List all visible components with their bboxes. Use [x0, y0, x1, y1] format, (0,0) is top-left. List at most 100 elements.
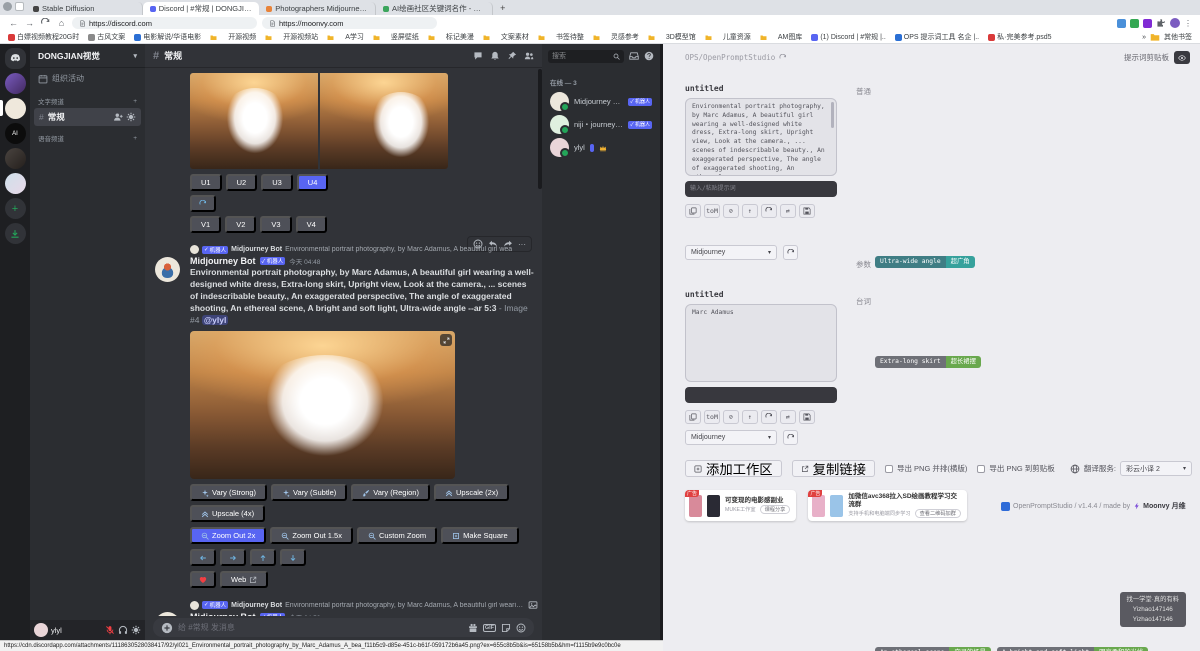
inbox-icon[interactable]: [629, 51, 639, 61]
tool-button[interactable]: [761, 204, 777, 218]
server-avatar[interactable]: [5, 148, 26, 169]
bookmark-item[interactable]: 私·完美参考.psd5: [988, 32, 1051, 42]
tool-button[interactable]: [799, 410, 815, 424]
gif-picker-icon[interactable]: GIF: [483, 624, 496, 632]
search-input[interactable]: 搜索: [548, 50, 624, 63]
server-header[interactable]: DONGJIAN视觉 ▾: [30, 44, 145, 68]
midjourney-zoom-button[interactable]: Zoom Out 1.5x: [270, 527, 353, 544]
pan-arrow-button[interactable]: [220, 549, 246, 566]
toggle-visibility-button[interactable]: [1174, 51, 1190, 64]
card-title[interactable]: untitled: [685, 290, 837, 299]
moonvy-brand[interactable]: Moonvy 月维: [1133, 501, 1185, 511]
add-workspace-button[interactable]: 添加工作区: [685, 460, 782, 477]
download-apps-button[interactable]: [5, 223, 26, 244]
invite-icon[interactable]: [113, 112, 123, 122]
web-button[interactable]: Web: [220, 571, 268, 588]
sync-icon[interactable]: [779, 54, 787, 62]
pinned-tab[interactable]: [15, 2, 24, 11]
reroll-button[interactable]: [190, 195, 216, 212]
tool-button[interactable]: ↑: [742, 410, 758, 424]
extensions-puzzle-icon[interactable]: [1156, 18, 1166, 28]
message-input[interactable]: 给 #常规 发消息 GIF: [153, 618, 534, 637]
member-row[interactable]: Midjourney Bot ✓ 机器人: [542, 90, 660, 113]
site-info-icon[interactable]: [269, 20, 276, 27]
scrollbar[interactable]: [831, 102, 834, 128]
midjourney-zoom-button[interactable]: Custom Zoom: [357, 527, 437, 544]
midjourney-zoom-button[interactable]: Zoom Out 2x: [190, 527, 266, 544]
prompt-textarea[interactable]: Environmental portrait photography, by M…: [685, 98, 837, 176]
midjourney-zoom-button[interactable]: Make Square: [441, 527, 519, 544]
prompt-textarea[interactable]: Marc Adamus: [685, 304, 837, 382]
variation-button[interactable]: V1: [190, 216, 221, 233]
refresh-engine-button[interactable]: [783, 430, 798, 445]
sticker-icon[interactable]: [501, 623, 511, 633]
upscale-button[interactable]: U1: [190, 174, 222, 191]
engine-select[interactable]: Midjourney▾: [685, 245, 777, 260]
upscale-button[interactable]: U4: [297, 174, 329, 191]
ad-banner[interactable]: 广告 可变现的电影感副业 MUKE工作室 课程分享: [685, 490, 796, 521]
favorite-button[interactable]: [190, 571, 216, 588]
bookmark-item[interactable]: 灵感参考: [593, 32, 639, 42]
tool-button[interactable]: [761, 410, 777, 424]
deafen-icon[interactable]: [118, 625, 128, 635]
member-row[interactable]: niji・journey … ✓ 机器人: [542, 113, 660, 136]
avatar[interactable]: [155, 257, 180, 282]
home-button[interactable]: ⌂: [56, 18, 67, 28]
bookmark-item[interactable]: 电影解说/华语电影: [134, 32, 201, 42]
reload-button[interactable]: [40, 18, 51, 28]
ad-button[interactable]: 课程分享: [760, 505, 791, 514]
browser-menu-icon[interactable]: ⋮: [1184, 19, 1192, 28]
member-list-icon[interactable]: [524, 51, 534, 61]
chat-scrollbar[interactable]: [538, 69, 542, 189]
browser-profile-icon[interactable]: [3, 2, 12, 11]
checkbox[interactable]: [977, 465, 985, 473]
variation-button[interactable]: V4: [296, 216, 327, 233]
pinned-messages-icon[interactable]: [507, 51, 517, 61]
emoji-icon[interactable]: [516, 623, 526, 633]
browser-tab[interactable]: Stable Diffusion: [26, 2, 143, 15]
add-channel-icon[interactable]: +: [133, 135, 137, 142]
discord-home-button[interactable]: [5, 48, 26, 69]
bookmark-item[interactable]: 标记美漫: [428, 32, 474, 42]
channel-settings-icon[interactable]: [126, 112, 136, 122]
bookmark-item[interactable]: A学习: [327, 32, 364, 42]
bookmark-item[interactable]: 文案素材: [483, 32, 529, 42]
help-icon[interactable]: [644, 51, 654, 61]
reply-reference[interactable]: ✓机器人 Midjourney Bot Environmental portra…: [190, 600, 538, 610]
bookmark-item[interactable]: 儿童资源: [705, 32, 751, 42]
negative-bar[interactable]: [685, 387, 837, 403]
extension-icon[interactable]: [1117, 19, 1126, 28]
attach-plus-icon[interactable]: [161, 622, 173, 634]
tool-button[interactable]: ⇄: [780, 410, 796, 424]
bookmark-item[interactable]: 3D模型馆: [648, 32, 696, 42]
tool-button[interactable]: ⊘: [723, 204, 739, 218]
message-author[interactable]: Midjourney Bot: [190, 256, 256, 266]
midjourney-result-image[interactable]: [190, 331, 455, 479]
bookmarks-overflow-chevron[interactable]: »: [1142, 34, 1146, 41]
bookmark-item[interactable]: OPS 提示词工具 名企 |..: [895, 32, 979, 42]
sidebar-item-events[interactable]: 组织活动: [30, 68, 145, 89]
ad-banner[interactable]: 广告 加微信avc368拉入SD绘画教程学习交流群 支持手机和电脑端同步学习 查…: [808, 490, 967, 521]
tool-button[interactable]: ⊘: [723, 410, 739, 424]
export-png-horizontal-checkbox[interactable]: 导出 PNG 并排(横版): [885, 463, 967, 474]
midjourney-grid-image[interactable]: [190, 73, 448, 169]
pan-arrow-button[interactable]: [280, 549, 306, 566]
checkbox[interactable]: [885, 465, 893, 473]
forward-button[interactable]: →: [24, 18, 35, 28]
export-png-clipboard-checkbox[interactable]: 导出 PNG 到剪贴板: [977, 463, 1054, 474]
variation-button[interactable]: V2: [225, 216, 256, 233]
midjourney-action-button[interactable]: Upscale (4x): [190, 505, 265, 522]
add-channel-icon[interactable]: +: [133, 98, 137, 105]
browser-tab[interactable]: AI绘画社区关键词名作 - 飞书云: [376, 2, 493, 15]
tool-button[interactable]: [799, 204, 815, 218]
category-voice-channels[interactable]: 语音频道 +: [30, 126, 145, 145]
expand-image-icon[interactable]: [440, 334, 452, 346]
midjourney-action-button[interactable]: Vary (Subtle): [271, 484, 347, 501]
avatar[interactable]: [34, 623, 48, 637]
server-avatar[interactable]: AI: [5, 123, 26, 144]
category-text-channels[interactable]: 文字频道 +: [30, 89, 145, 108]
gift-icon[interactable]: [468, 623, 478, 633]
member-row[interactable]: ylyl: [542, 136, 660, 159]
prompt-tag[interactable]: An ethereal scene 空灵的场景: [875, 647, 991, 651]
reply-reference[interactable]: ✓机器人 Midjourney Bot Environmental portra…: [190, 245, 538, 254]
